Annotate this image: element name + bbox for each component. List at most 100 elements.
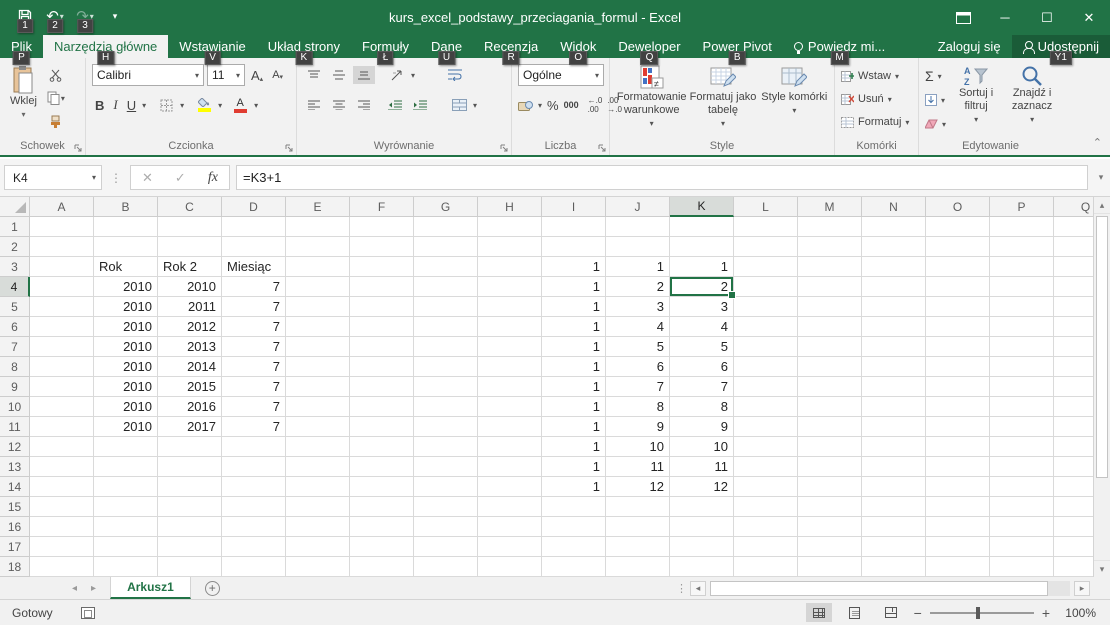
cell-J9[interactable]: 7 [606,377,670,397]
cell-A15[interactable] [30,497,94,517]
cell-M5[interactable] [798,297,862,317]
paste-button[interactable]: Wklej ▾ [6,63,41,136]
cell-J14[interactable]: 12 [606,477,670,497]
cell-L12[interactable] [734,437,798,457]
cell-N14[interactable] [862,477,926,497]
cell-N7[interactable] [862,337,926,357]
cell-O8[interactable] [926,357,990,377]
dialog-launcher-icon[interactable] [285,144,293,152]
cell-H4[interactable] [478,277,542,297]
cell-M16[interactable] [798,517,862,537]
tab-powiedz-mi[interactable]: Powiedz mi...M [783,35,896,58]
cell-A8[interactable] [30,357,94,377]
sort-filter-button[interactable]: AZ Sortuj i filtruj▾ [952,63,1000,136]
cell-B4[interactable]: 2010 [94,277,158,297]
cell-C16[interactable] [158,517,222,537]
cell-E1[interactable] [286,217,350,237]
underline-button[interactable]: U [124,98,139,113]
cell-E16[interactable] [286,517,350,537]
cell-E8[interactable] [286,357,350,377]
column-header-F[interactable]: F [350,197,414,217]
cell-Q7[interactable] [1054,337,1093,357]
cell-Q8[interactable] [1054,357,1093,377]
cell-H9[interactable] [478,377,542,397]
cell-K2[interactable] [670,237,734,257]
cell-F17[interactable] [350,537,414,557]
cell-G6[interactable] [414,317,478,337]
tab-plik[interactable]: PlikP [0,35,43,58]
cell-J7[interactable]: 5 [606,337,670,357]
cell-L5[interactable] [734,297,798,317]
cell-B12[interactable] [94,437,158,457]
cell-B5[interactable]: 2010 [94,297,158,317]
cell-M7[interactable] [798,337,862,357]
cell-L16[interactable] [734,517,798,537]
cell-D6[interactable]: 7 [222,317,286,337]
cell-P11[interactable] [990,417,1054,437]
cancel-formula-icon[interactable]: ✕ [142,170,153,186]
page-break-view-button[interactable] [878,603,904,622]
cell-I7[interactable]: 1 [542,337,606,357]
cell-D18[interactable] [222,557,286,577]
cell-I9[interactable]: 1 [542,377,606,397]
cell-B8[interactable]: 2010 [94,357,158,377]
cell-A1[interactable] [30,217,94,237]
cell-P7[interactable] [990,337,1054,357]
normal-view-button[interactable] [806,603,832,622]
format-cells-button[interactable]: Formatuj▾ [841,112,914,132]
dialog-launcher-icon[interactable] [598,144,606,152]
cell-D17[interactable] [222,537,286,557]
enter-formula-icon[interactable]: ✓ [175,170,186,186]
cell-K17[interactable] [670,537,734,557]
cell-H10[interactable] [478,397,542,417]
tab-udost-pnij[interactable]: UdostępnijY1 [1012,35,1110,58]
cell-C13[interactable] [158,457,222,477]
column-header-I[interactable]: I [542,197,606,217]
cell-B2[interactable] [94,237,158,257]
cell-N2[interactable] [862,237,926,257]
close-button[interactable]: ✕ [1068,0,1110,35]
cell-G17[interactable] [414,537,478,557]
zoom-slider[interactable] [930,612,1034,614]
cell-M8[interactable] [798,357,862,377]
cell-P15[interactable] [990,497,1054,517]
cell-J4[interactable]: 2 [606,277,670,297]
cell-B9[interactable]: 2010 [94,377,158,397]
insert-function-button[interactable]: fx [208,170,218,186]
increase-decimal-button[interactable]: ←.0.00 [588,96,603,114]
cell-O14[interactable] [926,477,990,497]
cell-F7[interactable] [350,337,414,357]
cell-I15[interactable] [542,497,606,517]
format-as-table-button[interactable]: Formatuj jako tabelę▾ [687,63,758,136]
scroll-up-icon[interactable]: ▴ [1094,197,1110,214]
cell-F1[interactable] [350,217,414,237]
sheet-tab-arkusz1[interactable]: Arkusz1 [110,577,191,599]
cell-P5[interactable] [990,297,1054,317]
cell-N15[interactable] [862,497,926,517]
copy-button[interactable]: ▾ [45,89,67,107]
cell-L15[interactable] [734,497,798,517]
cell-A13[interactable] [30,457,94,477]
cell-B15[interactable] [94,497,158,517]
cell-E10[interactable] [286,397,350,417]
cell-K13[interactable]: 11 [670,457,734,477]
row-header-12[interactable]: 12 [0,437,30,457]
cell-C17[interactable] [158,537,222,557]
cell-A14[interactable] [30,477,94,497]
cell-F6[interactable] [350,317,414,337]
cell-J13[interactable]: 11 [606,457,670,477]
cell-Q15[interactable] [1054,497,1093,517]
dialog-launcher-icon[interactable] [74,144,82,152]
expand-formula-bar-icon[interactable]: ▾ [1092,172,1110,183]
column-header-E[interactable]: E [286,197,350,217]
cell-K18[interactable] [670,557,734,577]
cell-J16[interactable] [606,517,670,537]
row-header-10[interactable]: 10 [0,397,30,417]
cell-A4[interactable] [30,277,94,297]
cell-P10[interactable] [990,397,1054,417]
cell-G18[interactable] [414,557,478,577]
name-box[interactable]: K4▾ [4,165,102,190]
cell-H5[interactable] [478,297,542,317]
row-header-6[interactable]: 6 [0,317,30,337]
cell-E3[interactable] [286,257,350,277]
